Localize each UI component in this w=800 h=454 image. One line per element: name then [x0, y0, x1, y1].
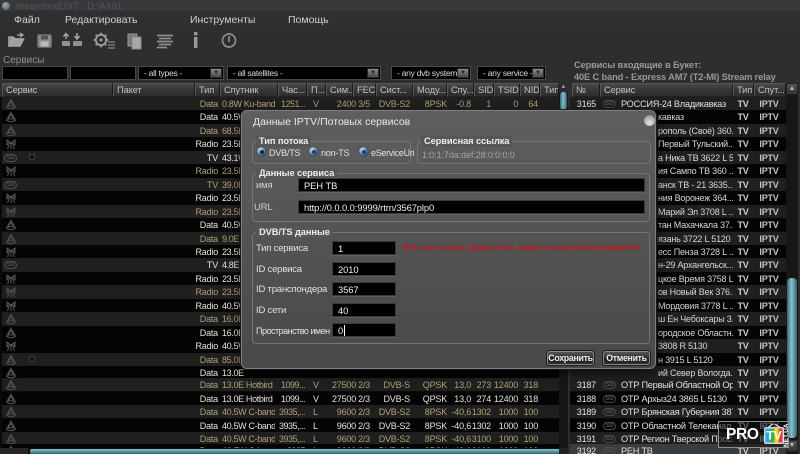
- svg-text:TV: TV: [766, 429, 781, 443]
